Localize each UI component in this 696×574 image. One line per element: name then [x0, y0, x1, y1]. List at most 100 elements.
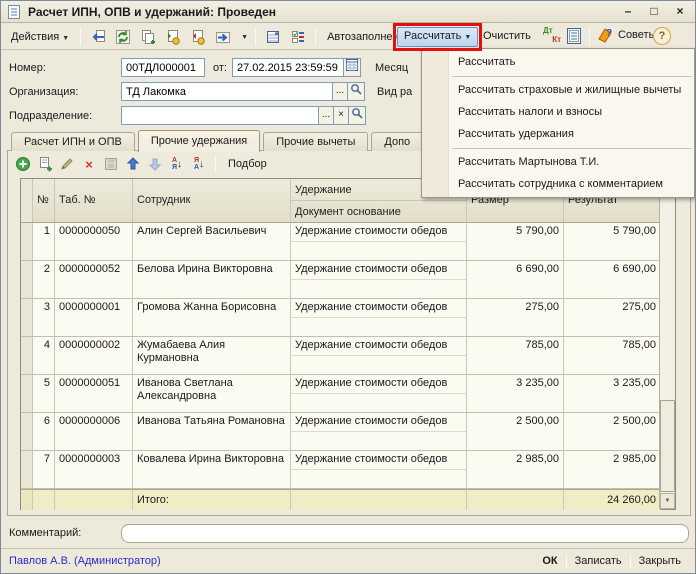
- tab-other-exemptions[interactable]: Прочие вычеты: [263, 132, 368, 151]
- month-label-fragment: Месяц: [375, 62, 408, 74]
- cell-result: 275,00: [564, 299, 661, 336]
- pencil-icon: [59, 156, 75, 172]
- cell-deduction: Удержание стоимости обедов: [291, 375, 467, 412]
- close-icon[interactable]: ×: [671, 3, 689, 19]
- total-empty: [33, 490, 55, 510]
- cell-employee: Белова Ирина Викторовна: [133, 261, 291, 298]
- tab-other-deductions[interactable]: Прочие удержания: [138, 130, 260, 152]
- post-document-button[interactable]: [163, 27, 183, 47]
- cell-employee: Алин Сергей Васильевич: [133, 223, 291, 260]
- cell-num: 5: [33, 375, 55, 412]
- copy-row-button[interactable]: [36, 155, 54, 173]
- number-label: Номер:: [9, 62, 121, 74]
- vertical-scrollbar[interactable]: ▲ ▼: [659, 179, 675, 509]
- table-row[interactable]: 5 0000000051 Иванова Светлана Александро…: [21, 375, 661, 413]
- tab-ipn-opv[interactable]: Расчет ИПН и ОПВ: [11, 132, 135, 151]
- cell-size: 3 235,00: [467, 375, 564, 412]
- table-row[interactable]: 2 0000000052 Белова Ирина Викторовна Уде…: [21, 261, 661, 299]
- footer-bar: Павлов А.В. (Администратор) ОК Записать …: [1, 548, 695, 574]
- current-user-link[interactable]: Павлов А.В. (Администратор): [9, 555, 161, 567]
- calculate-button[interactable]: Рассчитать▼: [397, 27, 478, 47]
- cell-tab-num: 0000000002: [55, 337, 133, 374]
- organization-input[interactable]: [121, 82, 333, 101]
- scroll-down-icon[interactable]: ▼: [660, 493, 675, 509]
- refresh-button[interactable]: [113, 27, 133, 47]
- deductions-table: № Таб. № Сотрудник Удержание Документ ос…: [20, 178, 676, 510]
- menu-item-calculate-insurance-housing[interactable]: Рассчитать страховые и жилищные вычеты: [422, 79, 694, 101]
- cell-tab-num: 0000000051: [55, 375, 133, 412]
- dt-kt-button[interactable]: ДтКт: [541, 26, 563, 48]
- minimize-icon[interactable]: –: [619, 3, 637, 19]
- chevron-down-icon[interactable]: ▼: [241, 34, 248, 41]
- cell-employee: Громова Жанна Борисовна: [133, 299, 291, 336]
- date-input[interactable]: [232, 58, 344, 77]
- add-row-button[interactable]: [14, 155, 32, 173]
- table-row[interactable]: 7 0000000003 Ковалева Ирина Викторовна У…: [21, 451, 661, 489]
- comment-label: Комментарий:: [9, 527, 121, 539]
- menu-item-calculate-martynova[interactable]: Рассчитать Мартынова Т.И.: [422, 151, 694, 173]
- calendar-button[interactable]: [344, 58, 361, 77]
- table-row[interactable]: 6 0000000006 Иванова Татьяна Романовна У…: [21, 413, 661, 451]
- reread-button[interactable]: [88, 27, 108, 47]
- pick-button[interactable]: Подбор: [223, 156, 272, 172]
- row-marker: [21, 375, 33, 412]
- select-button[interactable]: ...: [333, 82, 348, 101]
- move-up-button[interactable]: [124, 155, 142, 173]
- header-tab-num[interactable]: Таб. №: [55, 179, 133, 222]
- edit-row-button[interactable]: [58, 155, 76, 173]
- clear-button[interactable]: Очистить: [479, 27, 535, 45]
- tips-button[interactable]: ? Советы: [597, 26, 656, 44]
- open-button[interactable]: [348, 82, 365, 101]
- comment-input[interactable]: [121, 524, 689, 543]
- menu-item-calculate-taxes[interactable]: Рассчитать налоги и взносы: [422, 101, 694, 123]
- cell-tab-num: 0000000001: [55, 299, 133, 336]
- svg-text:?: ?: [606, 28, 612, 39]
- sort-descending-button[interactable]: ЯА↓: [190, 155, 208, 173]
- header-doc-base[interactable]: Документ основание: [291, 201, 467, 223]
- move-down-button[interactable]: [146, 155, 164, 173]
- open-button[interactable]: [349, 106, 366, 125]
- table-row[interactable]: 3 0000000001 Громова Жанна Борисовна Уде…: [21, 299, 661, 337]
- clear-field-button[interactable]: ×: [334, 106, 349, 125]
- end-edit-button[interactable]: [102, 155, 120, 173]
- table-row[interactable]: 1 0000000050 Алин Сергей Васильевич Удер…: [21, 223, 661, 261]
- tab-bar: Расчет ИПН и ОПВ Прочие удержания Прочие…: [11, 130, 481, 151]
- cell-result: 2 500,00: [564, 413, 661, 450]
- number-input[interactable]: [121, 58, 205, 77]
- maximize-icon[interactable]: □: [645, 3, 663, 19]
- table-row[interactable]: 4 0000000002 Жумабаева Алия Курмановна У…: [21, 337, 661, 375]
- copy-button[interactable]: [138, 27, 158, 47]
- close-button[interactable]: Закрыть: [631, 553, 689, 569]
- menu-item-calculate-deductions[interactable]: Рассчитать удержания: [422, 123, 694, 145]
- save-button[interactable]: Записать: [567, 553, 630, 569]
- ok-button[interactable]: ОК: [534, 553, 565, 569]
- header-num[interactable]: №: [33, 179, 55, 222]
- toolbar-separator: [80, 28, 81, 46]
- list-structure-icon: [265, 29, 281, 45]
- menu-item-calculate-employee-comment[interactable]: Рассчитать сотрудника с комментарием: [422, 173, 694, 195]
- organization-label: Организация:: [9, 86, 121, 98]
- scrollbar-thumb[interactable]: [660, 400, 675, 492]
- grid-toolbar: × АЯ↓ ЯА↓ Подбор: [14, 154, 272, 174]
- cell-size: 2 500,00: [467, 413, 564, 450]
- unpost-document-button[interactable]: [188, 27, 208, 47]
- total-empty: [55, 490, 133, 510]
- journal-button[interactable]: [565, 27, 583, 45]
- document-icon: [6, 4, 22, 20]
- navigate-button[interactable]: [213, 27, 233, 47]
- select-button[interactable]: ...: [319, 106, 334, 125]
- column-settings-button[interactable]: [288, 27, 308, 47]
- date-from-label: от:: [213, 62, 227, 74]
- help-icon[interactable]: ?: [653, 27, 671, 45]
- unpost-document-icon: [190, 29, 206, 45]
- department-input[interactable]: [121, 106, 319, 125]
- cell-num: 6: [33, 413, 55, 450]
- list-structure-button[interactable]: [263, 27, 283, 47]
- sort-ascending-button[interactable]: АЯ↓: [168, 155, 186, 173]
- menu-item-calculate[interactable]: Рассчитать: [422, 51, 694, 73]
- document-window: Расчет ИПН, ОПВ и удержаний: Проведен – …: [0, 0, 696, 574]
- actions-menu-button[interactable]: Действия▼: [7, 29, 73, 45]
- header-employee[interactable]: Сотрудник: [133, 179, 291, 222]
- total-empty: [291, 490, 467, 510]
- delete-row-button[interactable]: ×: [80, 155, 98, 173]
